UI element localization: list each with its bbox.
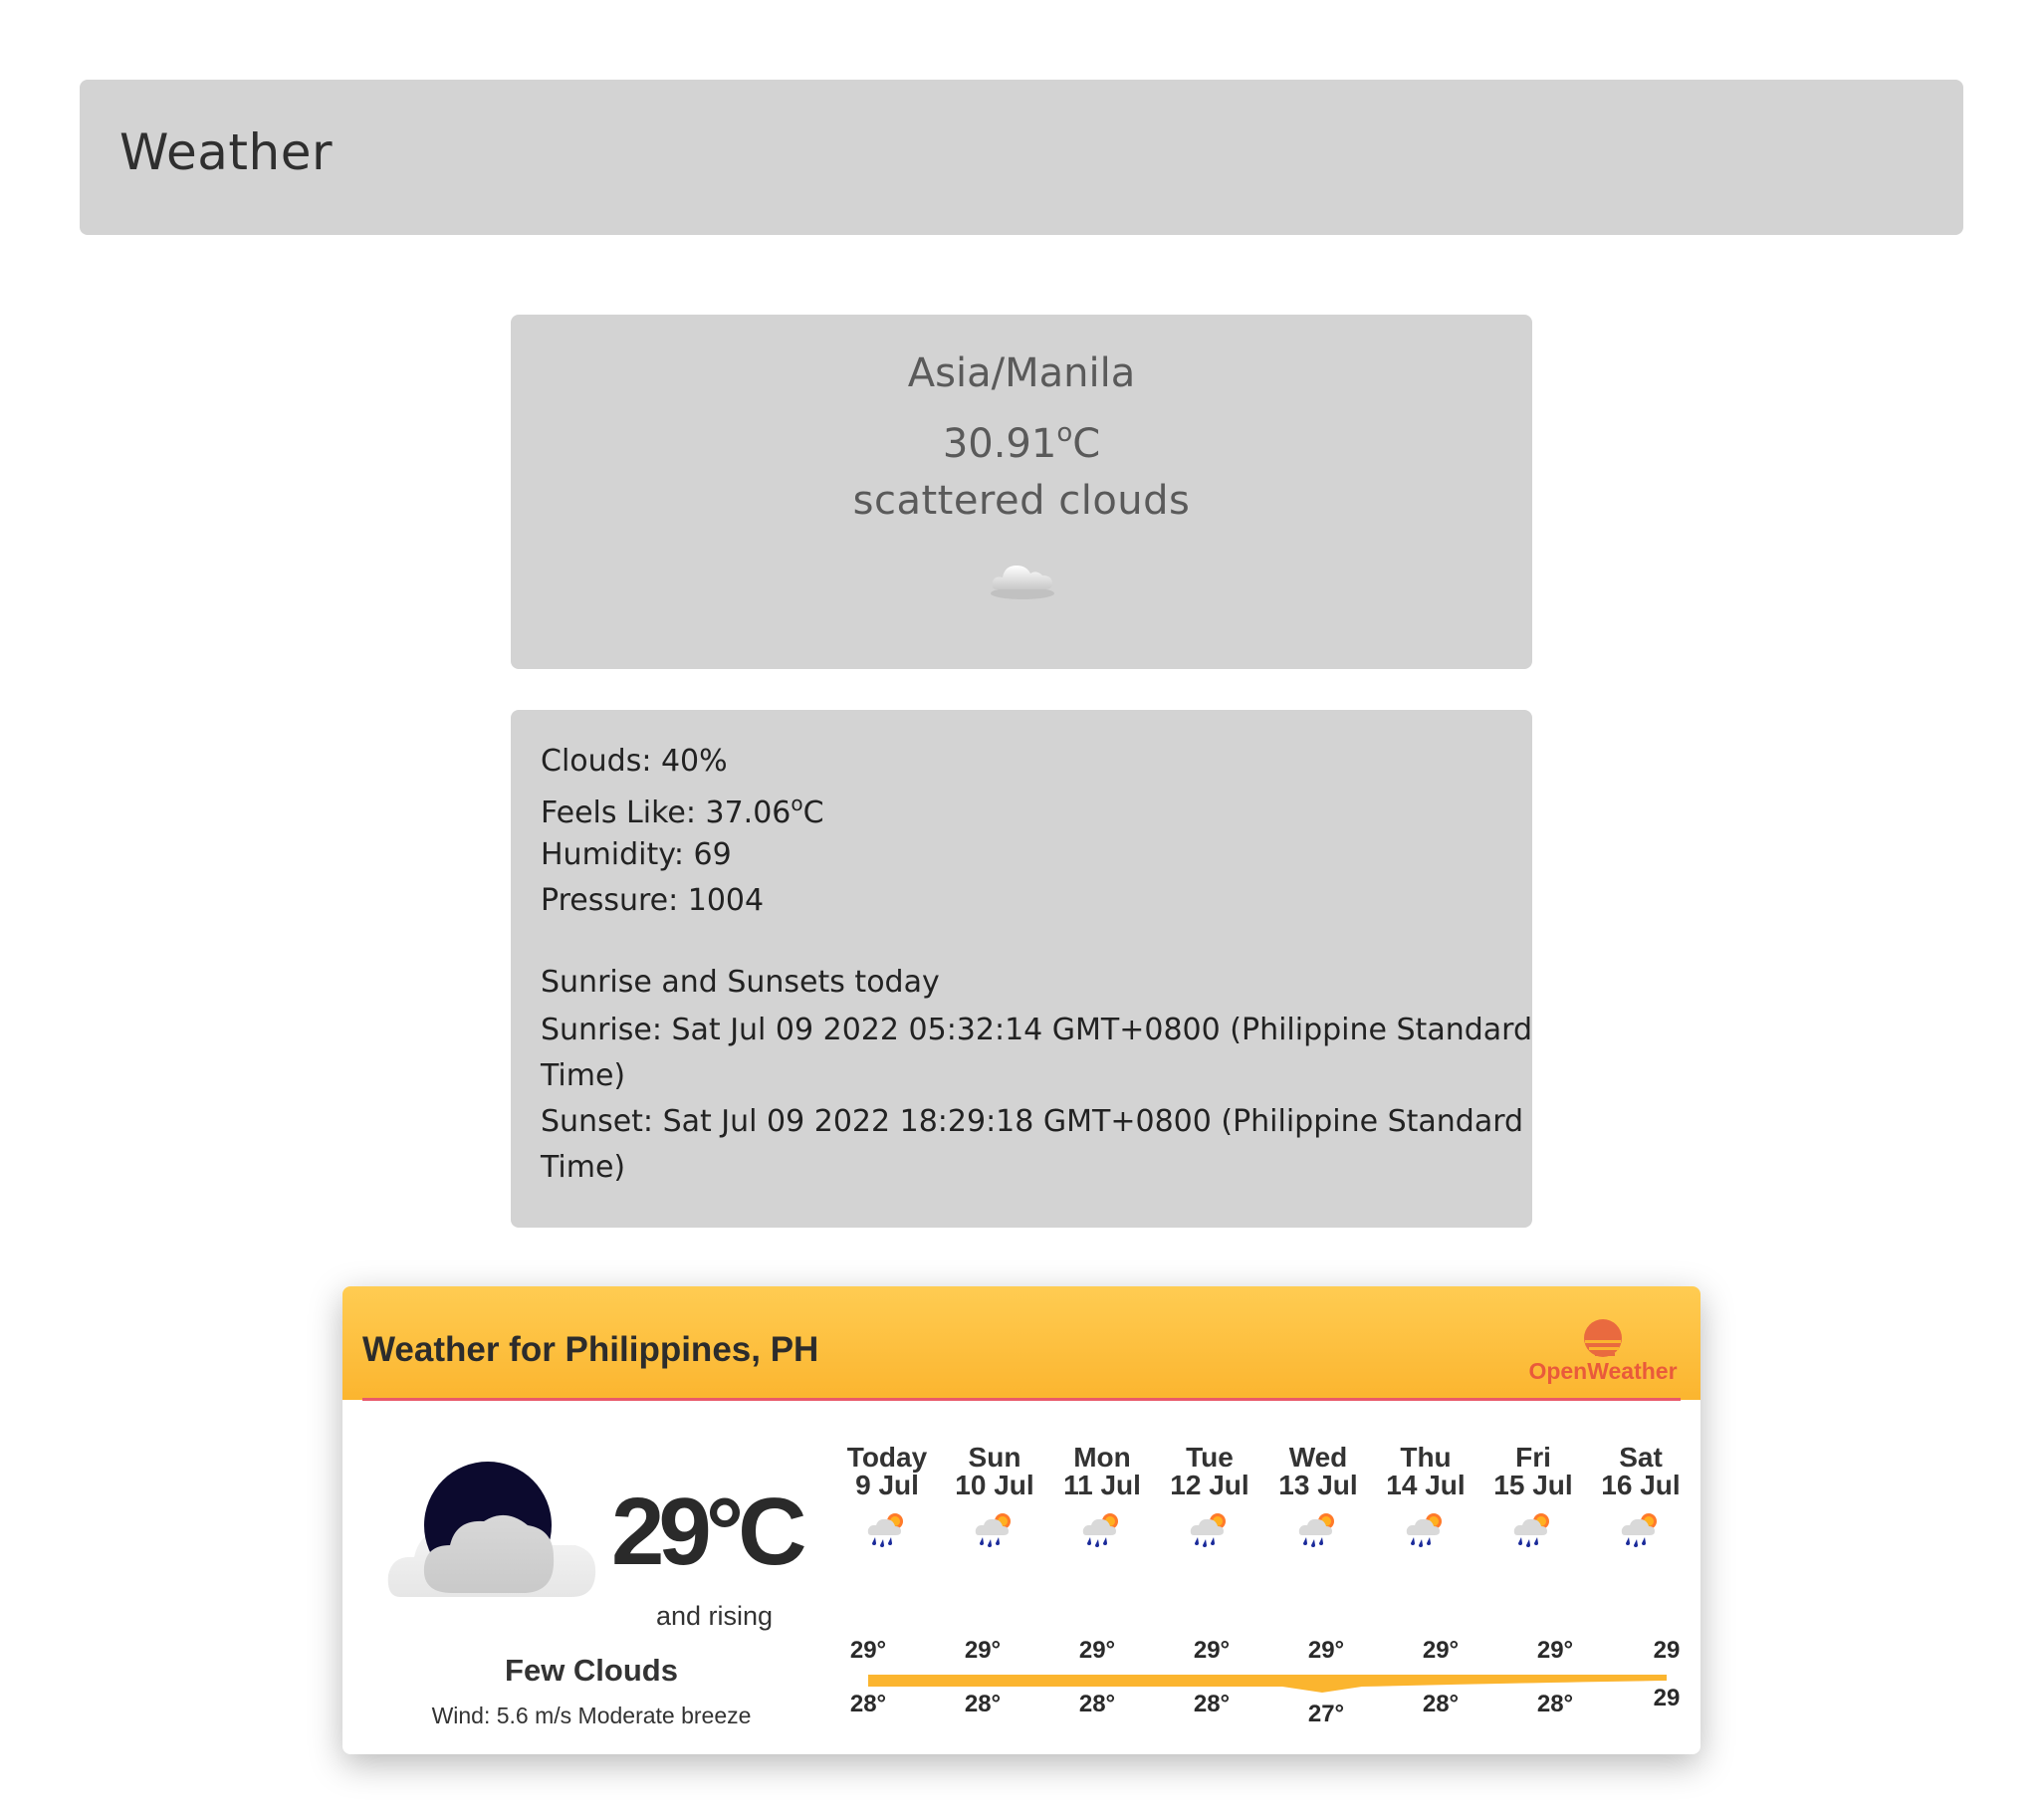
rain-sun-icon: [1298, 1513, 1334, 1547]
forecast-day: Wed 13 Jul: [1268, 1444, 1368, 1499]
forecast-high: 29°: [1536, 1637, 1574, 1664]
feels-like-degree: o: [791, 792, 803, 815]
temperature-degree: o: [1056, 418, 1073, 448]
weather-description: scattered clouds: [852, 478, 1191, 524]
rain-sun-icon: [1513, 1513, 1549, 1547]
forecast-high: 29°: [1078, 1637, 1116, 1664]
forecast-low: 28°: [1536, 1691, 1574, 1717]
forecast-day-name: Sun: [968, 1442, 1021, 1473]
sun-heading: Sunrise and Sunsets today: [541, 965, 940, 1000]
forecast-high: 29°: [849, 1637, 887, 1664]
forecast-high: 29°: [1422, 1637, 1460, 1664]
forecast-high: 29: [1653, 1637, 1681, 1664]
forecast-date: 14 Jul: [1386, 1470, 1466, 1500]
sunset-line-2: Time): [541, 1150, 626, 1185]
forecast-date: 11 Jul: [1063, 1470, 1141, 1500]
sunset-line-1: Sunset: Sat Jul 09 2022 18:29:18 GMT+080…: [541, 1104, 1524, 1139]
scattered-clouds-icon: [991, 566, 1054, 599]
page-title: Weather: [119, 123, 334, 181]
forecast-date: 10 Jul: [955, 1470, 1034, 1500]
forecast-date: 15 Jul: [1493, 1470, 1573, 1500]
forecast-day-name: Mon: [1073, 1442, 1131, 1473]
forecast-day-name: Today: [846, 1442, 928, 1473]
forecast-low: 28°: [964, 1691, 1002, 1717]
clouds-value: Clouds: 40%: [541, 744, 728, 779]
forecast-day: Mon 11 Jul: [1052, 1444, 1152, 1499]
rain-sun-icon: [1082, 1513, 1118, 1547]
forecast-low: 27°: [1307, 1701, 1345, 1727]
temperature-band: [868, 1675, 1667, 1693]
feels-like-text: Feels Like: 37.06: [541, 796, 792, 830]
feels-like-unit: C: [802, 796, 824, 830]
rain-sun-icon: [975, 1513, 1011, 1547]
humidity-value: Humidity: 69: [541, 837, 732, 872]
forecast-day-name: Thu: [1400, 1442, 1452, 1473]
rain-sun-icon: [867, 1513, 903, 1547]
current-weather-card: Asia/Manila 30.91oC scattered clouds: [511, 315, 1532, 669]
feels-like-value: Feels Like: 37.06oC: [541, 792, 824, 830]
forecast-date: 13 Jul: [1278, 1470, 1358, 1500]
forecast-day: Sun 10 Jul: [945, 1444, 1044, 1499]
forecast-high: 29°: [1307, 1637, 1345, 1664]
forecast-low: 28°: [1193, 1691, 1231, 1717]
openweather-widget: Weather for Philippines, PH OpenWeather: [342, 1286, 1700, 1754]
forecast-day: Today 9 Jul: [837, 1444, 937, 1499]
forecast-low: 28°: [1078, 1691, 1116, 1717]
rain-sun-icon: [1406, 1513, 1442, 1547]
forecast-date: 12 Jul: [1170, 1470, 1249, 1500]
current-temperature: 30.91oC: [511, 418, 1532, 467]
temperature-unit: C: [1072, 421, 1101, 467]
rain-sun-icon: [1190, 1513, 1226, 1547]
temperature-value: 30.91: [942, 421, 1057, 467]
sunrise-line-1: Sunrise: Sat Jul 09 2022 05:32:14 GMT+08…: [541, 1013, 1532, 1047]
forecast-day-name: Fri: [1515, 1442, 1551, 1473]
weather-details-card: Clouds: 40% Feels Like: 37.06oC Humidity…: [511, 710, 1532, 1228]
forecast-day-name: Sat: [1619, 1442, 1663, 1473]
forecast-day: Tue 12 Jul: [1160, 1444, 1259, 1499]
forecast-day-name: Tue: [1186, 1442, 1234, 1473]
forecast-day-name: Wed: [1288, 1442, 1348, 1473]
header-bar: Weather: [80, 80, 1963, 235]
forecast-high: 29°: [1193, 1637, 1231, 1664]
sunrise-line-2: Time): [541, 1058, 626, 1093]
pressure-value: Pressure: 1004: [541, 883, 765, 918]
location-name: Asia/Manila: [907, 350, 1136, 396]
forecast-low: 29: [1653, 1685, 1681, 1711]
forecast-day: Thu 14 Jul: [1376, 1444, 1475, 1499]
forecast-day: Sat 16 Jul: [1591, 1444, 1691, 1499]
forecast-low: 28°: [1422, 1691, 1460, 1717]
forecast-date: 9 Jul: [855, 1470, 919, 1500]
rain-sun-icon: [1621, 1513, 1657, 1547]
forecast-low: 28°: [849, 1691, 887, 1717]
forecast-high: 29°: [964, 1637, 1002, 1664]
forecast-date: 16 Jul: [1601, 1470, 1681, 1500]
forecast-day: Fri 15 Jul: [1483, 1444, 1583, 1499]
